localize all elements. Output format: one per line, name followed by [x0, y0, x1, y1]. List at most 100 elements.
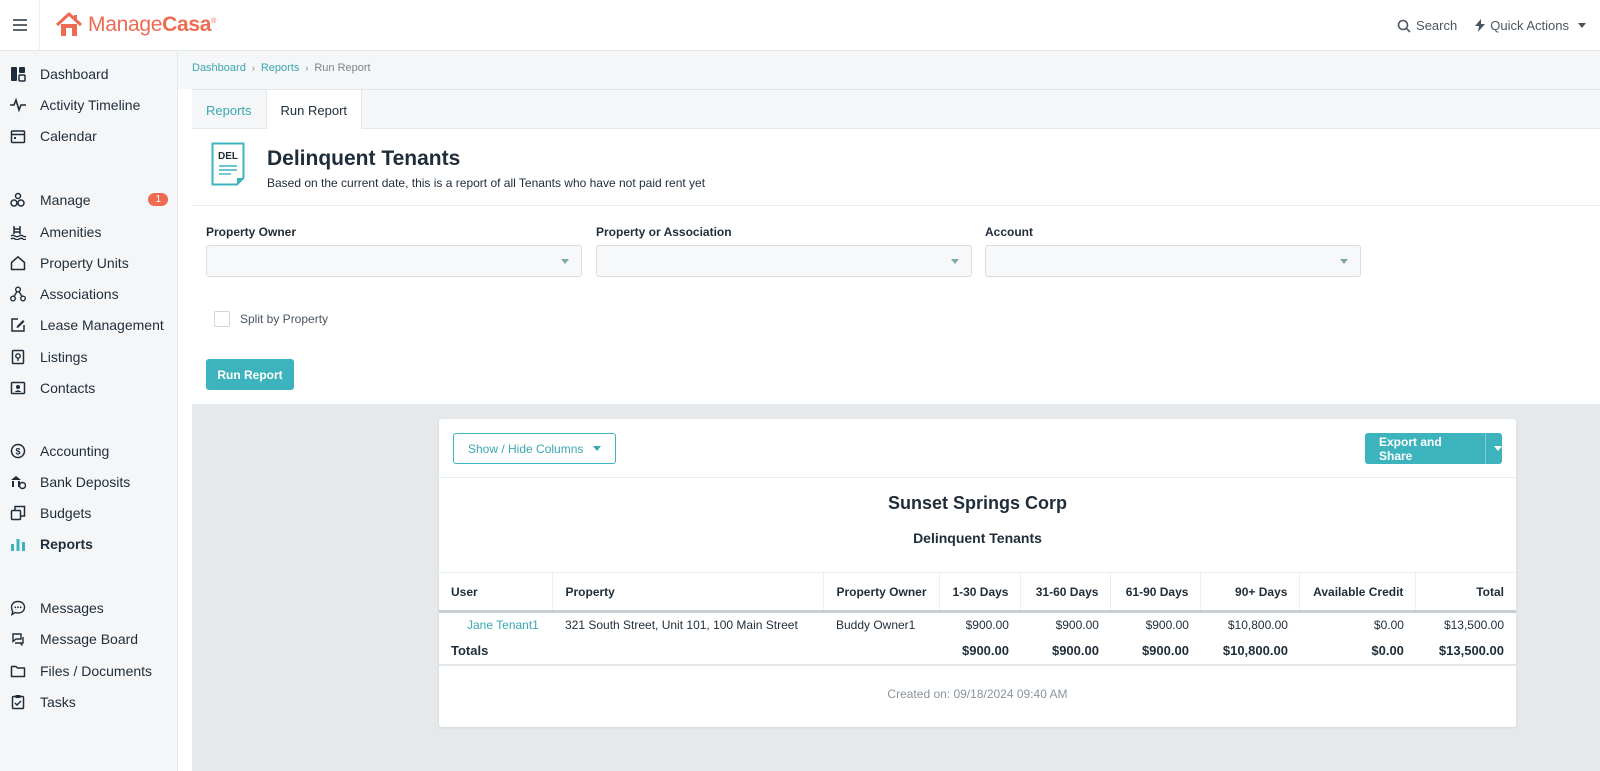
sidebar-item-label: Reports [40, 536, 93, 552]
quick-actions-button[interactable]: Quick Actions [1475, 18, 1586, 33]
sidebar-item-lease-management[interactable]: Lease Management [0, 311, 178, 339]
column-header-90-plus-days[interactable]: 90+ Days [1200, 572, 1301, 613]
sidebar-item-label: Listings [40, 349, 88, 365]
property-cell: 321 South Street, Unit 101, 100 Main Str… [564, 618, 798, 633]
listing-icon [10, 349, 26, 365]
export-and-share-button[interactable]: Export and Share [1365, 433, 1502, 464]
tenant-link[interactable]: Jane Tenant1 [439, 612, 553, 638]
show-hide-columns-button[interactable]: Show / Hide Columns [453, 433, 616, 464]
sidebar-item-label: Calendar [40, 128, 97, 144]
property-owner-label: Property Owner [206, 225, 297, 239]
sidebar-item-budgets[interactable]: Budgets [0, 499, 178, 527]
report-description: Based on the current date, this is a rep… [267, 176, 706, 190]
edit-document-icon [10, 317, 26, 333]
split-by-property-checkbox[interactable] [214, 311, 230, 327]
dashboard-icon [10, 66, 26, 82]
contact-card-icon [10, 380, 26, 396]
sidebar-item-listings[interactable]: Listings [0, 343, 178, 371]
network-icon [10, 286, 26, 302]
tab-run-report[interactable]: Run Report [265, 90, 363, 131]
column-header-property[interactable]: Property [552, 572, 825, 613]
tab-reports[interactable]: Reports [192, 90, 266, 130]
sidebar-item-activity-timeline[interactable]: Activity Timeline [0, 91, 178, 119]
house-icon [10, 255, 26, 271]
sidebar-item-label: Bank Deposits [40, 474, 131, 490]
bank-deposit-icon [10, 474, 26, 490]
sidebar-item-amenities[interactable]: Amenities [0, 218, 178, 246]
amount-90-plus-cell: $10,800.00 [1227, 618, 1288, 633]
sidebar-item-manage[interactable]: Manage 1 [0, 186, 178, 214]
chevron-down-icon [1494, 446, 1502, 451]
sidebar-item-message-board[interactable]: Message Board [0, 625, 178, 653]
search-label: Search [1416, 18, 1458, 33]
split-by-property-label[interactable]: Split by Property [240, 312, 328, 326]
chevron-right-icon: › [305, 63, 309, 73]
chevron-right-icon: › [251, 63, 255, 73]
chevron-down-icon [1340, 259, 1348, 264]
sidebar-item-label: Accounting [40, 443, 110, 459]
delinquent-tenants-table: User Property Property Owner 1-30 Days 3… [439, 572, 1516, 666]
property-owner-filter: Property Owner [206, 225, 582, 277]
total-credit-cell: $0.00 [1299, 637, 1416, 666]
svg-text:$: $ [15, 447, 20, 457]
column-header-available-credit[interactable]: Available Credit [1299, 572, 1417, 613]
sidebar-item-property-units[interactable]: Property Units [0, 249, 178, 277]
top-bar: ManageCasa® Search Quick Actions [0, 0, 1600, 51]
breadcrumb-bar [178, 51, 1600, 89]
property-association-filter: Property or Association [596, 225, 972, 277]
column-header-61-90-days[interactable]: 61-90 Days [1110, 572, 1202, 613]
pool-icon [10, 224, 26, 240]
bar-chart-icon [10, 536, 26, 552]
logo-text: ManageCasa® [88, 13, 216, 36]
sidebar-item-accounting[interactable]: $ Accounting [0, 437, 178, 465]
owner-cell: Buddy Owner1 [835, 618, 916, 633]
sidebar-item-messages[interactable]: Messages [0, 594, 178, 622]
column-header-31-60-days[interactable]: 31-60 Days [1020, 572, 1112, 613]
quick-actions-label: Quick Actions [1490, 18, 1569, 33]
svg-text:DEL: DEL [218, 151, 238, 162]
dollar-icon: $ [10, 443, 26, 459]
pulse-icon [10, 97, 26, 113]
breadcrumb-reports[interactable]: Reports [261, 62, 300, 74]
property-owner-select[interactable] [206, 245, 582, 277]
column-header-1-30-days[interactable]: 1-30 Days [939, 572, 1022, 613]
account-select[interactable] [985, 245, 1361, 277]
sidebar-item-associations[interactable]: Associations [0, 280, 178, 308]
sidebar-item-tasks[interactable]: Tasks [0, 688, 178, 716]
sidebar-item-reports[interactable]: Reports [0, 530, 178, 558]
sidebar-item-label: Messages [40, 600, 104, 616]
chevron-down-icon [951, 259, 959, 264]
message-board-icon [10, 631, 26, 647]
sidebar-item-calendar[interactable]: Calendar [0, 122, 178, 150]
account-label: Account [985, 225, 1033, 239]
account-filter: Account [985, 225, 1361, 277]
totals-row: Totals $900.00 $900.00 $900.00 $10,800.0… [439, 637, 1516, 666]
split-by-property-row: Split by Property [214, 311, 328, 327]
report-header: DEL Delinquent Tenants Based on the curr… [192, 129, 1600, 206]
sidebar-item-label: Amenities [40, 224, 102, 240]
created-on-text: Created on: 09/18/2024 09:40 AM [887, 687, 1068, 701]
column-header-property-owner[interactable]: Property Owner [823, 572, 940, 613]
column-header-total[interactable]: Total [1415, 572, 1516, 613]
house-logo-icon [55, 12, 83, 36]
column-header-user[interactable]: User [439, 572, 554, 613]
sidebar-item-contacts[interactable]: Contacts [0, 374, 178, 402]
clipboard-check-icon [10, 694, 26, 710]
calendar-icon [10, 128, 26, 144]
sidebar-item-dashboard[interactable]: Dashboard [0, 60, 178, 88]
run-report-button[interactable]: Run Report [206, 359, 294, 390]
main-content: Dashboard › Reports › Run Report Reports… [178, 51, 1600, 771]
company-name: Sunset Springs Corp [887, 493, 1067, 513]
breadcrumb-dashboard[interactable]: Dashboard [192, 62, 246, 74]
totals-label: Totals [439, 637, 553, 666]
sidebar-item-label: Property Units [40, 255, 129, 271]
total-61-90-cell: $900.00 [1110, 637, 1201, 666]
sidebar-item-bank-deposits[interactable]: Bank Deposits [0, 468, 178, 496]
app-logo[interactable]: ManageCasa® [54, 10, 216, 40]
button-divider [1485, 433, 1486, 464]
report-name: Delinquent Tenants [913, 530, 1042, 546]
menu-toggle-button[interactable] [0, 0, 40, 51]
search-button[interactable]: Search [1397, 18, 1457, 33]
property-association-select[interactable] [596, 245, 972, 277]
sidebar-item-files-documents[interactable]: Files / Documents [0, 657, 178, 685]
